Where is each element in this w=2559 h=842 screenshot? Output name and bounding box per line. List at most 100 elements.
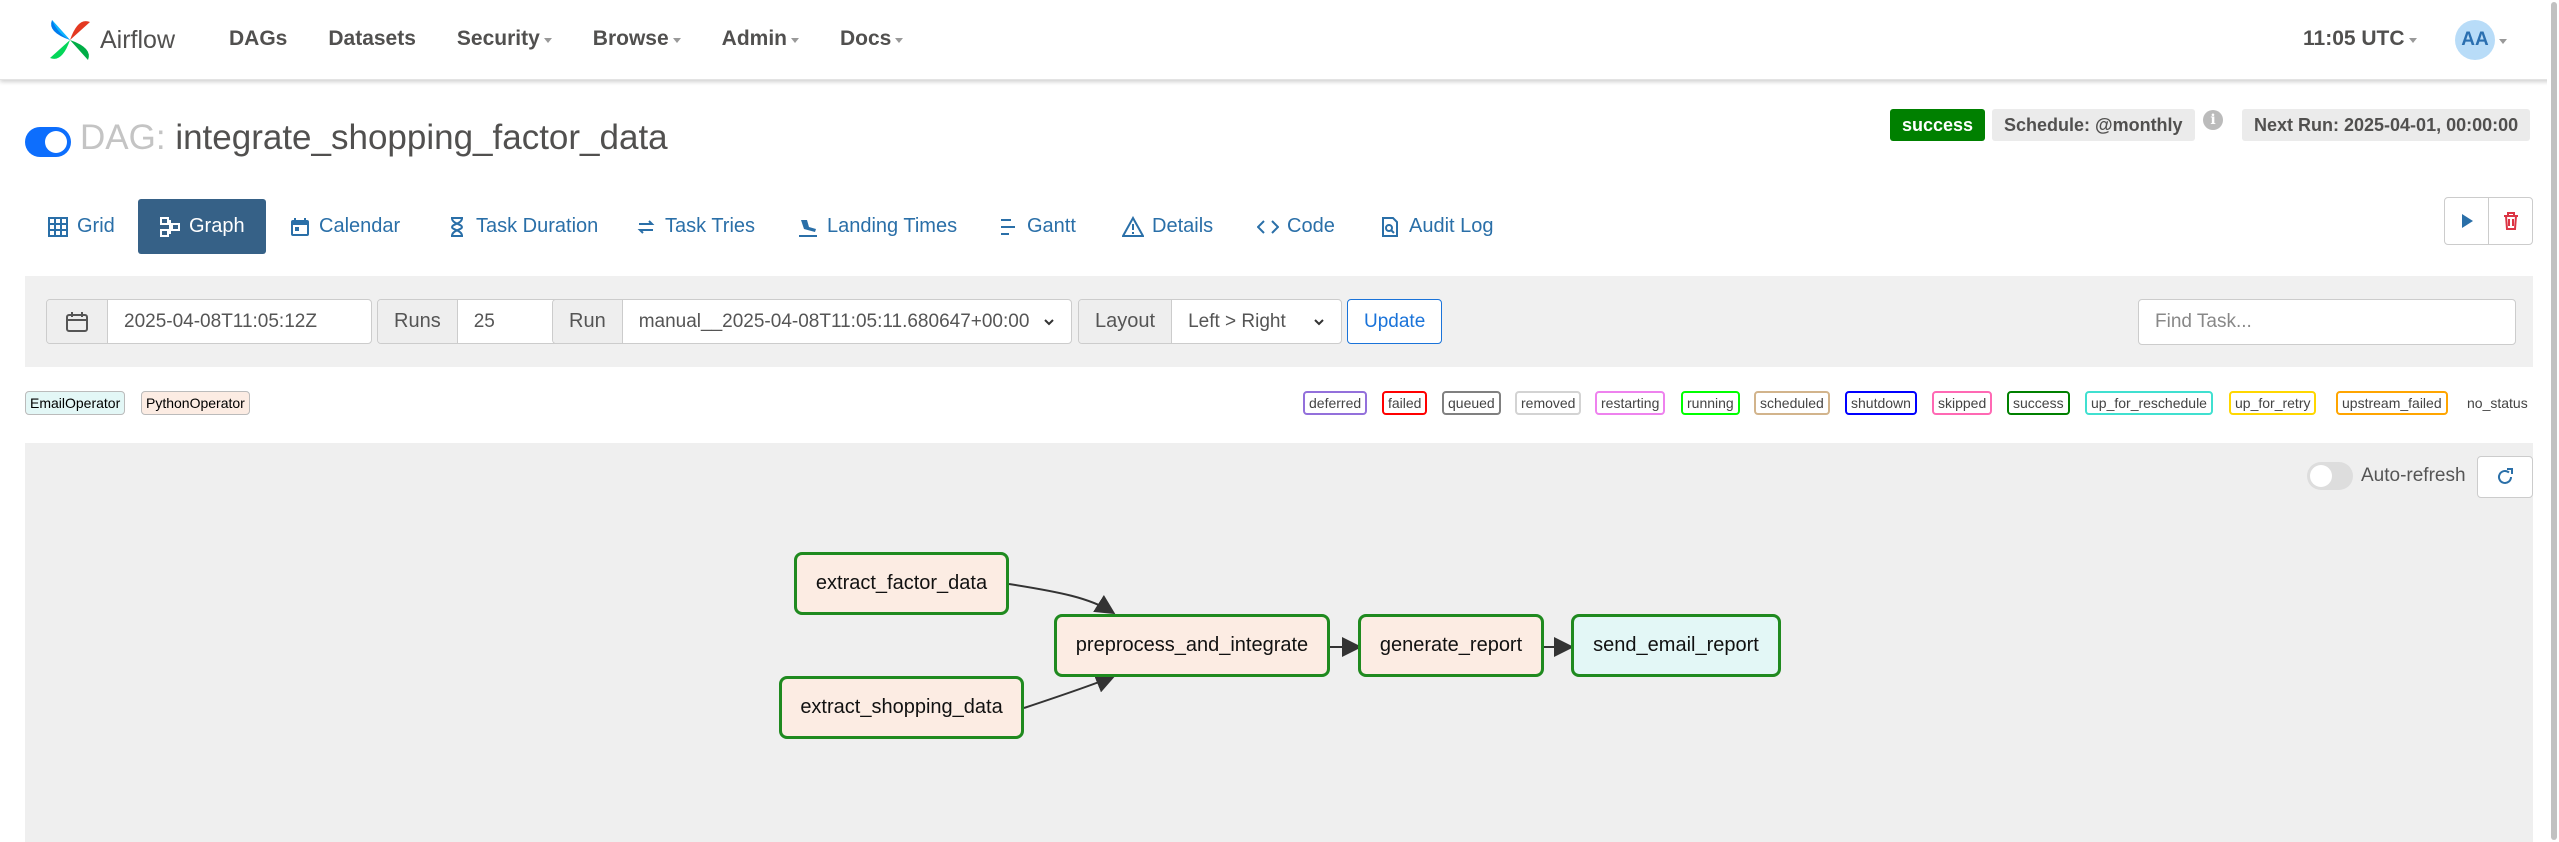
nav-docs-dropdown[interactable]: Docs xyxy=(839,27,904,51)
tab-landing-times[interactable]: Landing Times xyxy=(776,199,978,254)
tab-calendar[interactable]: Calendar xyxy=(268,199,421,254)
runs-value: 25 xyxy=(473,310,495,332)
gantt-icon xyxy=(1001,218,1015,235)
nav-security-label: Security xyxy=(456,27,540,50)
task-node-preprocess-and-integrate[interactable]: preprocess_and_integrate xyxy=(1054,614,1330,677)
auto-refresh-label: Auto-refresh xyxy=(2361,465,2466,486)
timezone-dropdown[interactable]: 11:05 UTC xyxy=(2303,0,2417,78)
calendar-icon xyxy=(291,217,309,236)
state-legend-deferred[interactable]: deferred xyxy=(1303,391,1368,415)
caret-down-icon xyxy=(543,38,552,43)
nav-admin-label: Admin xyxy=(721,27,787,50)
task-node-send-email-report[interactable]: send_email_report xyxy=(1571,614,1781,677)
top-navbar: Airflow DAGs Datasets Security Browse Ad… xyxy=(0,0,2559,80)
state-legend-upstream-failed[interactable]: upstream_failed xyxy=(2336,391,2448,415)
current-time: 11:05 UTC xyxy=(2303,27,2405,50)
layout-value: Left > Right xyxy=(1188,310,1286,332)
task-node-generate-report[interactable]: generate_report xyxy=(1358,614,1544,677)
state-legend-restarting[interactable]: restarting xyxy=(1595,391,1666,415)
runs-label: Runs xyxy=(378,300,458,343)
graph-filter-bar: 2025-04-08T11:05:12Z Runs 25 Run manual_… xyxy=(25,276,2533,367)
state-legend-success[interactable]: success xyxy=(2007,391,2070,415)
nav-docs-label: Docs xyxy=(839,27,892,50)
state-legend-removed[interactable]: removed xyxy=(1515,391,1582,415)
dag-prefix: DAG: xyxy=(80,118,166,157)
operator-legend-python[interactable]: PythonOperator xyxy=(141,391,250,415)
run-group: Run manual__2025-04-08T11:05:11.680647+0… xyxy=(552,299,1072,344)
avatar: AA xyxy=(2455,20,2495,60)
brand-name: Airflow xyxy=(100,25,176,54)
nav-browse-dropdown[interactable]: Browse xyxy=(593,27,681,51)
user-menu[interactable]: AA xyxy=(2455,20,2507,60)
chevron-down-icon xyxy=(1044,318,1054,325)
tab-label: Gantt xyxy=(1027,215,1076,237)
caret-down-icon xyxy=(2499,39,2507,44)
tab-audit-log[interactable]: Audit Log xyxy=(1358,199,1515,254)
update-button[interactable]: Update xyxy=(1347,299,1443,344)
state-legend-scheduled[interactable]: scheduled xyxy=(1754,391,1830,415)
run-select[interactable]: manual__2025-04-08T11:05:11.680647+00:00 xyxy=(623,300,1071,343)
info-icon[interactable]: i xyxy=(2203,110,2223,130)
state-legend-no-status[interactable]: no_status xyxy=(2467,391,2528,415)
layout-select[interactable]: Left > Right xyxy=(1172,300,1341,343)
dag-state-badge: success xyxy=(1890,109,1986,141)
nav-datasets-label: Datasets xyxy=(328,27,416,50)
state-legend-running[interactable]: running xyxy=(1681,391,1740,415)
trigger-dag-button[interactable] xyxy=(2444,197,2489,245)
tab-gantt[interactable]: Gantt xyxy=(976,199,1097,254)
find-task-input[interactable]: Find Task... xyxy=(2138,299,2516,345)
page-title: DAG: integrate_shopping_factor_data xyxy=(80,118,668,158)
caret-down-icon xyxy=(895,38,904,43)
tab-label: Task Duration xyxy=(476,215,599,237)
auto-refresh-switch[interactable] xyxy=(2307,462,2353,490)
state-legend-up-for-retry[interactable]: up_for_retry xyxy=(2229,391,2317,415)
tab-code[interactable]: Code xyxy=(1236,199,1356,254)
task-node-extract-shopping-data[interactable]: extract_shopping_data xyxy=(779,676,1024,739)
caret-down-icon xyxy=(790,38,799,43)
file-search-icon xyxy=(1382,216,1398,237)
operator-legend-email[interactable]: EmailOperator xyxy=(25,391,126,415)
run-label: Run xyxy=(553,300,623,343)
dag-pause-toggle[interactable] xyxy=(25,127,71,157)
state-legend-failed[interactable]: failed xyxy=(1382,391,1428,415)
warning-triangle-icon xyxy=(1122,215,1144,237)
airflow-logo-icon xyxy=(50,20,90,60)
state-legend-shutdown[interactable]: shutdown xyxy=(1845,391,1917,415)
run-value: manual__2025-04-08T11:05:11.680647+00:00 xyxy=(638,310,1030,332)
tab-task-duration[interactable]: Task Duration xyxy=(425,199,619,254)
nav-security-dropdown[interactable]: Security xyxy=(457,27,552,51)
tab-graph[interactable]: Graph xyxy=(138,199,266,254)
dag-name: integrate_shopping_factor_data xyxy=(175,118,668,157)
tab-label: Details xyxy=(1152,215,1214,237)
state-legend-skipped[interactable]: skipped xyxy=(1932,391,1993,415)
code-icon xyxy=(1257,219,1279,234)
calendar-icon[interactable] xyxy=(47,300,108,343)
next-run-badge: Next Run: 2025-04-01, 00:00:00 xyxy=(2242,109,2531,141)
tab-grid[interactable]: Grid xyxy=(26,199,136,254)
task-node-extract-factor-data[interactable]: extract_factor_data xyxy=(794,552,1009,615)
refresh-button[interactable] xyxy=(2477,456,2533,498)
tab-label: Grid xyxy=(77,215,115,237)
base-date-input[interactable]: 2025-04-08T11:05:12Z xyxy=(108,300,333,343)
base-date-group: 2025-04-08T11:05:12Z xyxy=(46,299,372,344)
layout-label: Layout xyxy=(1079,300,1173,343)
tab-label: Graph xyxy=(189,215,245,237)
grid-icon xyxy=(48,216,68,237)
page-scrollbar-thumb[interactable] xyxy=(2551,2,2557,840)
tab-task-tries[interactable]: Task Tries xyxy=(614,199,776,254)
delete-dag-button[interactable] xyxy=(2488,197,2533,245)
airflow-brand[interactable]: Airflow xyxy=(44,10,175,70)
toggle-knob xyxy=(45,131,67,153)
nav-dags[interactable]: DAGs xyxy=(229,27,287,51)
main-nav: DAGs Datasets Security Browse Admin Docs xyxy=(229,0,944,78)
hourglass-icon xyxy=(450,216,464,237)
nav-datasets[interactable]: Datasets xyxy=(328,27,416,51)
retry-icon xyxy=(637,219,655,234)
state-legend-queued[interactable]: queued xyxy=(1442,391,1501,415)
nav-admin-dropdown[interactable]: Admin xyxy=(722,27,799,51)
auto-refresh-toggle[interactable]: Auto-refresh xyxy=(2307,462,2466,490)
tab-details[interactable]: Details xyxy=(1101,199,1234,254)
nav-dags-label: DAGs xyxy=(229,27,288,50)
tab-label: Calendar xyxy=(319,215,401,237)
state-legend-up-for-reschedule[interactable]: up_for_reschedule xyxy=(2085,391,2213,415)
